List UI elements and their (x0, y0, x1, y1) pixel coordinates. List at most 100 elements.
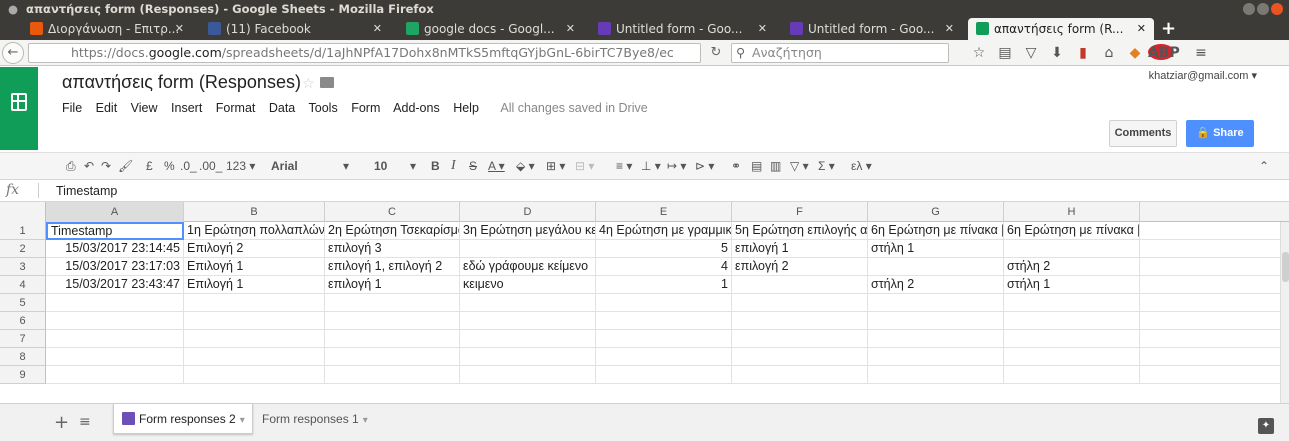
chevron-down-icon[interactable]: ▾ (363, 415, 368, 426)
sheets-logo[interactable] (0, 67, 38, 150)
table-cell[interactable] (868, 294, 1004, 312)
table-cell[interactable] (596, 366, 732, 384)
table-cell[interactable]: επιλογή 1 (732, 240, 868, 258)
maximize-icon[interactable] (1257, 3, 1269, 15)
table-cell[interactable] (325, 294, 460, 312)
app-menu-icon[interactable]: ● (8, 2, 18, 16)
table-cell[interactable]: στήλη 2 (868, 276, 1004, 294)
table-cell[interactable] (596, 330, 732, 348)
table-cell[interactable] (1004, 240, 1140, 258)
reload-icon[interactable]: ↻ (706, 43, 726, 63)
column-header[interactable]: C (325, 202, 460, 222)
extension-colorful-icon[interactable]: ◆ (1122, 44, 1148, 62)
tab-close-icon[interactable]: ✕ (175, 18, 184, 40)
row-header[interactable]: 2 (0, 240, 46, 258)
table-cell[interactable]: στήλη 2 (1004, 258, 1140, 276)
table-cell[interactable] (1004, 312, 1140, 330)
menu-form[interactable]: Form (351, 101, 380, 115)
borders-icon[interactable]: ⊞ ▾ (546, 159, 565, 173)
row-header[interactable]: 7 (0, 330, 46, 348)
vertical-align-icon[interactable]: ⊥ ▾ (641, 159, 661, 173)
empty-cell[interactable] (1140, 366, 1280, 384)
table-cell[interactable] (732, 330, 868, 348)
redo-icon[interactable]: ↷ (101, 159, 111, 173)
menu-addons[interactable]: Add-ons (393, 101, 440, 115)
table-cell[interactable] (732, 294, 868, 312)
undo-icon[interactable]: ↶ (84, 159, 94, 173)
table-cell[interactable] (184, 330, 325, 348)
column-header[interactable]: B (184, 202, 325, 222)
menu-view[interactable]: View (131, 101, 158, 115)
comments-button[interactable]: Comments (1109, 120, 1177, 147)
formula-input[interactable]: Timestamp (56, 184, 117, 198)
menu-edit[interactable]: Edit (96, 101, 118, 115)
menu-tools[interactable]: Tools (309, 101, 338, 115)
percent-format-button[interactable]: % (164, 159, 175, 173)
horizontal-align-icon[interactable]: ≡ ▾ (616, 159, 632, 173)
url-bar[interactable]: https://docs.google.com/spreadsheets/d/1… (28, 43, 701, 63)
table-cell[interactable] (732, 348, 868, 366)
table-cell[interactable] (184, 312, 325, 330)
row-header[interactable]: 4 (0, 276, 46, 294)
table-cell[interactable] (184, 348, 325, 366)
browser-tab[interactable]: google docs - Googl... ✕ (398, 18, 583, 40)
table-cell[interactable]: 1 (596, 276, 732, 294)
merge-cells-icon[interactable]: ⊟ ▾ (575, 159, 594, 173)
table-cell[interactable] (325, 366, 460, 384)
table-cell[interactable]: εδώ γράφουμε κείμενο (460, 258, 596, 276)
sheet-tab-active[interactable]: Form responses 2 ▾ (113, 404, 253, 434)
table-cell[interactable] (184, 366, 325, 384)
header-cell[interactable]: 4η Ερώτηση με γραμμική κλίμακα (596, 222, 732, 240)
italic-button[interactable]: I (451, 158, 456, 174)
browser-tab[interactable]: Διοργάνωση - Επιτρ... ✕ (22, 18, 192, 40)
add-sheet-icon[interactable]: + (54, 412, 69, 433)
functions-icon[interactable]: Σ ▾ (818, 159, 835, 173)
header-cell[interactable]: 5η Ερώτηση επιλογής από λίστα (732, 222, 868, 240)
table-cell[interactable] (868, 330, 1004, 348)
paint-format-icon[interactable]: 🖌 (118, 159, 133, 173)
table-cell[interactable] (460, 294, 596, 312)
header-cell[interactable]: 3η Ερώτηση μεγάλου κειμένου (460, 222, 596, 240)
header-cell[interactable]: 2η Ερώτηση Τσεκαρίσματος (325, 222, 460, 240)
table-cell[interactable] (1004, 294, 1140, 312)
select-all-corner[interactable] (0, 202, 46, 222)
table-cell[interactable] (325, 330, 460, 348)
number-format-dropdown[interactable]: 123 ▾ (226, 159, 255, 173)
home-icon[interactable]: ⌂ (1096, 44, 1122, 62)
browser-tab[interactable]: (11) Facebook ✕ (200, 18, 390, 40)
tab-close-icon[interactable]: ✕ (945, 18, 954, 40)
font-size-chevron-icon[interactable]: ▾ (410, 159, 416, 173)
bold-button[interactable]: B (431, 159, 440, 173)
chevron-down-icon[interactable]: ▾ (240, 415, 245, 426)
row-header[interactable]: 9 (0, 366, 46, 384)
decrease-decimal-button[interactable]: .0_ (180, 159, 197, 173)
vertical-scrollbar[interactable] (1280, 222, 1289, 403)
table-cell[interactable] (1004, 366, 1140, 384)
header-cell[interactable]: 6η Ερώτηση με πίνακα [γραμμή 2] (1004, 222, 1140, 240)
insert-link-icon[interactable]: ⚭ (731, 159, 741, 173)
table-cell[interactable] (460, 240, 596, 258)
new-tab-icon[interactable]: + (1161, 18, 1176, 40)
table-cell[interactable] (732, 366, 868, 384)
menu-hamburger-icon[interactable]: ≡ (1188, 44, 1214, 62)
table-cell[interactable] (325, 312, 460, 330)
browser-tab[interactable]: Untitled form - Goo... ✕ (590, 18, 775, 40)
table-cell[interactable] (1004, 348, 1140, 366)
table-cell[interactable]: στήλη 1 (1004, 276, 1140, 294)
tab-close-icon[interactable]: ✕ (758, 18, 767, 40)
table-cell[interactable] (46, 294, 184, 312)
search-input[interactable]: ⚲ Αναζήτηση (731, 43, 949, 63)
bookmarks-library-icon[interactable]: ▤ (992, 44, 1018, 62)
table-cell[interactable] (184, 294, 325, 312)
menu-insert[interactable]: Insert (171, 101, 202, 115)
table-cell[interactable] (596, 312, 732, 330)
input-tools-button[interactable]: ελ ▾ (851, 159, 872, 173)
table-cell[interactable]: 15/03/2017 23:14:45 (46, 240, 184, 258)
tab-close-icon[interactable]: ✕ (1137, 18, 1146, 40)
table-cell[interactable] (460, 330, 596, 348)
table-cell[interactable]: 5 (596, 240, 732, 258)
text-rotation-icon[interactable]: ⊳ ▾ (695, 159, 714, 173)
table-cell[interactable] (868, 258, 1004, 276)
font-dropdown-chevron-icon[interactable]: ▾ (343, 159, 349, 173)
table-cell[interactable]: 15/03/2017 23:43:47 (46, 276, 184, 294)
